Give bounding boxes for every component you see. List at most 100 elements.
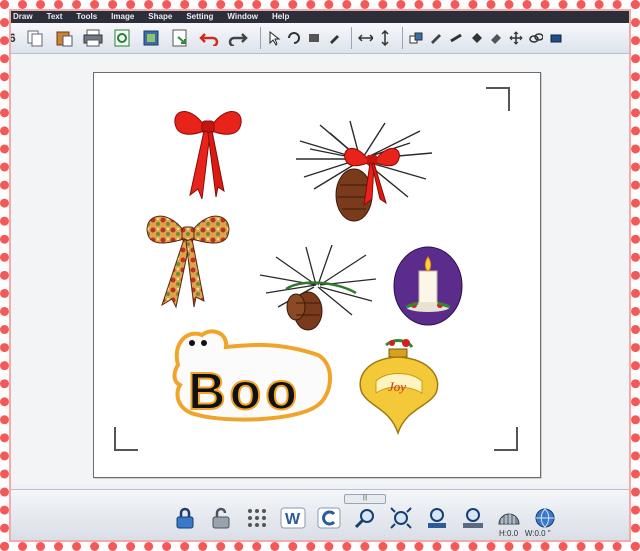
globe-icon [535,508,555,528]
paste-button[interactable] [53,27,75,49]
flip-vertical-button[interactable] [378,27,393,49]
shape-tool-3-button[interactable] [449,27,464,49]
width-icon: W [280,507,306,529]
paste-icon [56,31,73,47]
joy-ornament-clip[interactable]: Joy [356,335,442,437]
grid-icon [248,509,266,527]
height-readout: H:0.0 [499,529,519,538]
eyedropper-icon [330,35,340,44]
arrow-horizontal-icon [357,34,373,42]
boo-text: Boo [188,363,301,421]
printer-icon [83,29,103,47]
menu-text[interactable]: Text [47,11,63,23]
redo-icon [228,33,248,46]
toolbar-number: 6 [11,31,16,45]
arrow-vertical-icon [381,30,389,46]
boo-ghost-clip[interactable]: Boo [168,325,336,423]
zoom-page-icon [463,508,483,528]
move-icon [509,31,523,45]
copy-button[interactable] [24,27,46,49]
eyedropper-tool-button[interactable] [327,27,342,49]
menu-help[interactable]: Help [272,11,289,23]
layers-icon [550,34,562,43]
export-icon [172,29,187,47]
menu-draw[interactable]: Draw [13,11,33,23]
undo-icon [198,33,218,46]
export-button[interactable] [169,27,191,49]
unlock-icon [212,507,230,529]
design-canvas[interactable]: Boo Joy [93,72,541,478]
crop-mark-bottom-left [114,427,138,451]
candle-oval-clip[interactable] [392,245,464,327]
cut-mode-button[interactable] [495,504,523,532]
pine-sprig-clip[interactable] [256,245,382,331]
cursor-icon [269,30,281,46]
flip-horizontal-button[interactable] [357,27,373,49]
zoom-fit-icon [390,507,412,529]
cutter-icon [498,513,520,525]
eraser-icon [491,34,502,44]
svg-text:W: W [285,511,301,528]
reset-icon [317,507,341,529]
fill-icon [472,33,483,43]
copy-icon [27,30,43,47]
shape-tool-6-button[interactable] [509,27,524,49]
menu-window[interactable]: Window [227,11,258,23]
crop-mark-top-right [486,87,510,111]
joy-text: Joy [388,379,406,394]
bottom-toolbar: ||| W H:0.0 W:0.0 " [11,489,629,540]
book-button[interactable] [140,27,162,49]
floral-bow-clip[interactable] [140,207,236,311]
size-readout: H:0.0 W:0.0 " [499,529,551,538]
crop-mark-bottom-right [494,427,518,451]
zoom-all-button[interactable] [423,504,451,532]
reset-view-button[interactable] [315,504,343,532]
print-button[interactable] [82,27,104,49]
shape-tool-1-button[interactable] [409,27,424,49]
menu-shape[interactable]: Shape [148,11,172,23]
menu-bar: Draw Text Tools Image Shape Setting Wind… [11,11,629,23]
rotate-tool-button[interactable] [287,27,302,49]
pine-cone-bow-clip[interactable] [290,119,440,229]
shape-tool-7-button[interactable] [529,27,544,49]
select-tool-button[interactable] [267,27,282,49]
width-readout: W:0.0 " [524,529,551,538]
shape-tool-5-button[interactable] [489,27,504,49]
grid-button[interactable] [243,504,271,532]
refresh-page-icon [114,29,130,47]
fit-width-button[interactable]: W [279,504,307,532]
weld-icon [409,32,423,44]
settings-globe-button[interactable] [531,504,559,532]
redo-button[interactable] [227,27,249,49]
workspace: Boo Joy [11,54,629,484]
shape-tool-8-button[interactable] [549,27,564,49]
zoom-in-button[interactable] [351,504,379,532]
zoom-fit-button[interactable] [387,504,415,532]
refresh-page-button[interactable] [111,27,133,49]
rotate-icon [288,32,301,44]
lock-button[interactable] [171,504,199,532]
zoom-in-icon [354,509,374,529]
undo-button[interactable] [198,27,220,49]
toolbar-separator [350,27,352,49]
red-bow-clip[interactable] [168,103,248,203]
panel-grip[interactable]: ||| [344,494,386,504]
lock-icon [176,507,194,529]
crop-icon [309,34,320,42]
menu-setting[interactable]: Setting [186,11,213,23]
toolbar-separator [401,27,403,49]
shape-tool-2-button[interactable] [429,27,444,49]
pencil-icon [431,34,442,44]
zoom-all-icon [428,508,446,528]
toolbar-separator [259,27,261,49]
zoom-page-button[interactable] [459,504,487,532]
shape-tool-4-button[interactable] [469,27,484,49]
crop-tool-button[interactable] [307,27,322,49]
slant-icon [450,33,462,43]
menu-tools[interactable]: Tools [76,11,97,23]
unlock-button[interactable] [207,504,235,532]
toolbar: 6 [11,23,629,54]
app-window: Draw Text Tools Image Shape Setting Wind… [11,11,629,540]
book-icon [143,30,159,46]
menu-image[interactable]: Image [111,11,134,23]
